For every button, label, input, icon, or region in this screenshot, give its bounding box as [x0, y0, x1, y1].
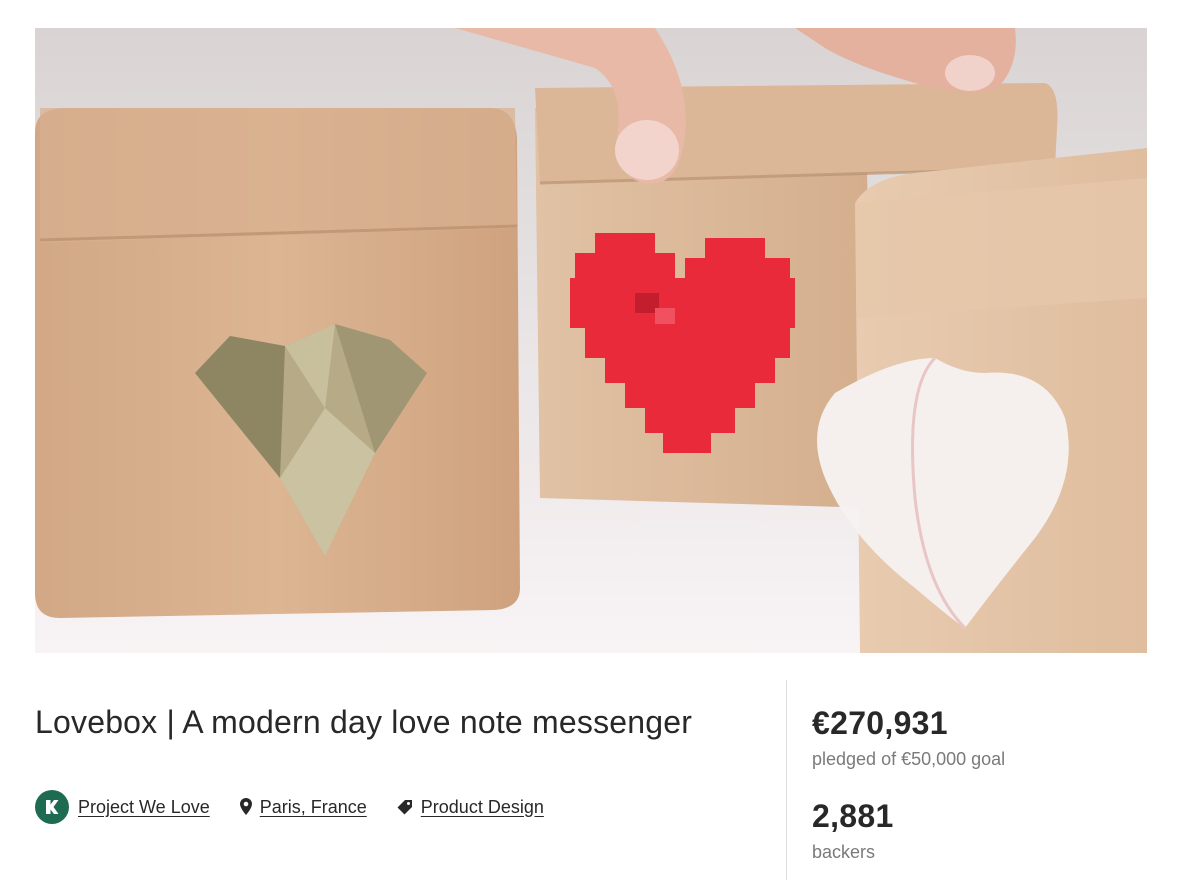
kickstarter-badge-icon	[35, 790, 69, 824]
project-hero-image[interactable]	[35, 28, 1147, 653]
location-link[interactable]: Paris, France	[239, 796, 367, 818]
location-label: Paris, France	[259, 796, 367, 817]
project-title: Lovebox | A modern day love note messeng…	[35, 704, 693, 740]
category-label: Product Design	[420, 796, 544, 817]
project-we-love-label: Project We Love	[78, 796, 210, 817]
stats-divider	[786, 680, 787, 880]
lovebox-photo	[35, 28, 1147, 653]
project-meta: Project We Love Paris, France Product De…	[35, 789, 544, 825]
location-pin-icon	[239, 798, 252, 816]
pledged-amount: €270,931	[812, 705, 948, 741]
tag-icon	[397, 799, 413, 815]
project-we-love-link[interactable]: Project We Love	[35, 790, 210, 824]
pledged-goal-label: pledged of €50,000 goal	[812, 749, 1006, 769]
category-link[interactable]: Product Design	[397, 797, 544, 818]
backers-label: backers	[812, 842, 876, 862]
backers-count: 2,881	[812, 798, 894, 834]
